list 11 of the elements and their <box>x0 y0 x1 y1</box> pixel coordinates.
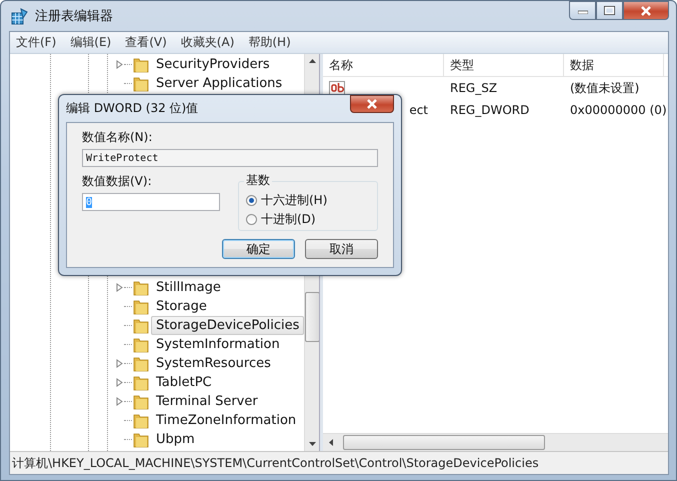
field-label: 数值数据(V): <box>82 173 153 190</box>
value-data: (数值未设置) <box>569 80 640 96</box>
group-label: 基数 <box>244 172 272 189</box>
field-label: 数值名称(N): <box>82 129 154 146</box>
value-data: 0x00000000 (0) <box>569 103 664 117</box>
status-bar: 计算机\HKEY_LOCAL_MACHINE\SYSTEM\CurrentControlSet\Control\StorageDevicePolicies <box>10 451 668 474</box>
value-type: REG_SZ <box>449 81 498 95</box>
window-title: 注册表编辑器 <box>35 8 113 25</box>
value-name: ect <box>409 103 428 117</box>
value-type: REG_DWORD <box>449 103 530 117</box>
dialog-title: 编辑 DWORD (32 位)值 <box>66 100 198 117</box>
